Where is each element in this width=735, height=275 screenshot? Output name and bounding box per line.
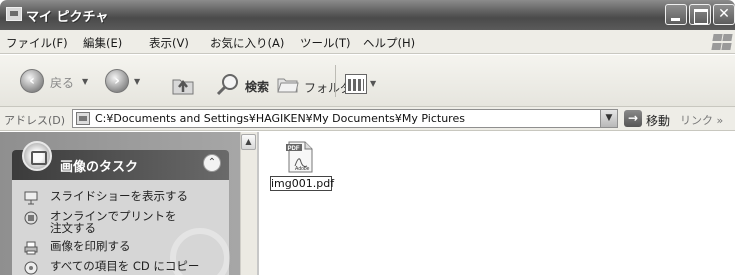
chevron-down-icon: ▼: [605, 113, 613, 123]
folder-icon: [76, 112, 90, 125]
menu-tools[interactable]: ツール(T): [300, 35, 351, 51]
chevron-up-icon: ⌃: [207, 157, 217, 168]
file-list-area[interactable]: [259, 132, 735, 275]
menu-view[interactable]: 表示(V): [149, 35, 189, 51]
menu-bar: ファイル(F) 編集(E) 表示(V) お気に入り(A) ツール(T) ヘルプ(…: [0, 30, 735, 54]
task-item-label: すべての項目を CD にコピー: [50, 259, 200, 273]
cd-copy-icon: [24, 261, 38, 275]
search-button-label[interactable]: 検索: [245, 78, 269, 95]
views-icon[interactable]: [345, 74, 367, 94]
back-dropdown-icon[interactable]: ▼: [82, 77, 88, 86]
address-input[interactable]: C:¥Documents and Settings¥HAGIKEN¥My Doc…: [72, 109, 602, 128]
address-dropdown-button[interactable]: ▼: [600, 109, 618, 128]
forward-dropdown-icon[interactable]: ▼: [134, 77, 140, 86]
up-folder-icon[interactable]: [170, 72, 196, 98]
title-bar: [0, 0, 735, 30]
file-name-label[interactable]: img001.pdf: [270, 176, 334, 191]
task-item-label: スライドショーを表示する: [50, 189, 188, 203]
close-icon: ✕: [718, 6, 730, 22]
views-dropdown-icon[interactable]: ▼: [370, 79, 376, 88]
folders-icon[interactable]: [277, 76, 299, 94]
address-label: アドレス(D): [4, 114, 66, 127]
scroll-up-arrow-icon: ▲: [245, 137, 252, 146]
window-title: マイ ピクチャ: [26, 10, 109, 25]
go-arrow-icon[interactable]: →: [624, 110, 642, 127]
slideshow-icon: [24, 191, 38, 205]
go-button[interactable]: 移動: [646, 112, 670, 129]
back-arrow-icon[interactable]: ‹: [20, 69, 44, 93]
forward-arrow-icon[interactable]: ›: [105, 69, 129, 93]
links-toolbar[interactable]: リンク »: [680, 112, 723, 128]
task-item-label: オンラインでプリントを注文する: [50, 209, 177, 235]
print-icon: [24, 241, 38, 255]
my-pictures-icon: [6, 7, 22, 21]
search-icon[interactable]: [215, 72, 241, 98]
pdf-file-icon[interactable]: PDF Adobe: [285, 140, 315, 174]
picture-tasks-icon: [22, 141, 52, 171]
back-button-label[interactable]: 戻る: [50, 74, 74, 91]
minimize-button[interactable]: [665, 4, 687, 25]
scroll-up-button[interactable]: ▲: [241, 134, 256, 150]
menu-edit[interactable]: 編集(E): [83, 35, 122, 51]
menu-file[interactable]: ファイル(F): [6, 35, 68, 51]
online-print-icon: [24, 211, 38, 225]
toolbar-separator: [335, 65, 336, 97]
menu-help[interactable]: ヘルプ(H): [363, 35, 415, 51]
task-item-label: 画像を印刷する: [50, 239, 131, 253]
svg-text:Adobe: Adobe: [295, 166, 310, 172]
svg-text:PDF: PDF: [288, 146, 300, 152]
windows-logo-icon: [705, 32, 733, 52]
collapse-button[interactable]: ⌃: [203, 154, 221, 172]
menu-favorites[interactable]: お気に入り(A): [210, 35, 284, 51]
task-pane-title[interactable]: 画像のタスク: [60, 156, 138, 175]
close-button[interactable]: ✕: [713, 4, 735, 25]
maximize-button[interactable]: [689, 4, 711, 25]
task-pane-scrollbar[interactable]: [240, 132, 257, 275]
address-value[interactable]: C:¥Documents and Settings¥HAGIKEN¥My Doc…: [95, 112, 465, 125]
